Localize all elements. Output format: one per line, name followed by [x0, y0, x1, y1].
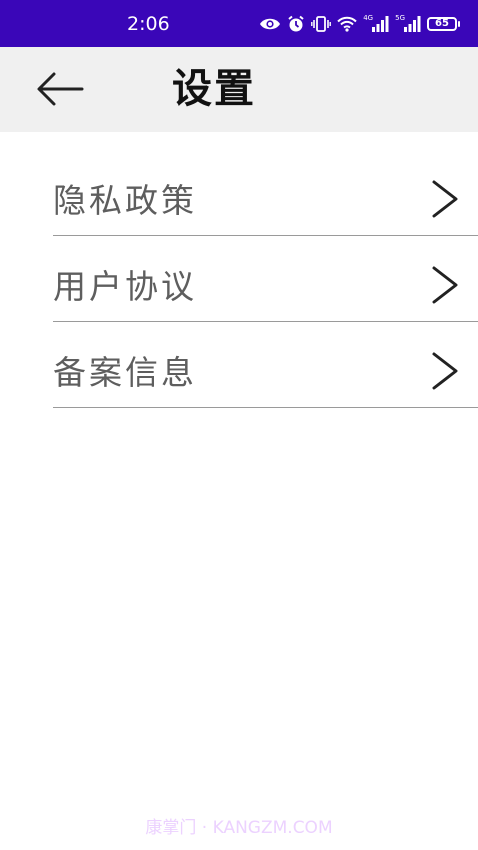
- eye-icon: [259, 17, 281, 31]
- signal-5g-label: 5G: [395, 13, 405, 22]
- battery-tip: [458, 21, 460, 27]
- battery-icon: 65: [427, 17, 460, 31]
- menu-item-filing-info[interactable]: 备案信息: [53, 322, 478, 408]
- menu-item-label: 备案信息: [53, 353, 197, 392]
- page-title: 设置: [172, 66, 256, 112]
- back-button[interactable]: [30, 67, 90, 111]
- arrow-left-icon: [37, 72, 84, 106]
- menu-item-user-agreement[interactable]: 用户协议: [53, 236, 478, 322]
- chevron-right-icon: [432, 266, 458, 304]
- chevron-right-icon: [432, 352, 458, 390]
- menu-item-label: 用户协议: [53, 267, 197, 306]
- settings-menu-list: 隐私政策 用户协议 备案信息: [53, 158, 478, 408]
- wifi-icon: [337, 16, 357, 32]
- vibrate-icon: [311, 16, 332, 32]
- alarm-icon: [287, 15, 305, 33]
- settings-screen: 2:06 4G 5G 65 设置 隐私政策 用户协议 备案信息 康掌门 · KA…: [0, 0, 478, 850]
- menu-item-label: 隐私政策: [53, 181, 197, 220]
- signal-5g-icon: 5G: [395, 13, 421, 32]
- chevron-right-icon: [432, 180, 458, 218]
- battery-level: 65: [427, 17, 457, 31]
- signal-4g-label: 4G: [363, 13, 374, 22]
- signal-4g-icon: 4G: [363, 13, 389, 32]
- status-time: 2:06: [127, 13, 170, 35]
- app-bar: 设置: [0, 47, 478, 132]
- watermark: 康掌门 · KANGZM.COM: [145, 818, 333, 838]
- status-bar: 2:06 4G 5G 65: [0, 0, 478, 47]
- status-icons: 4G 5G 65: [259, 12, 460, 36]
- menu-item-privacy-policy[interactable]: 隐私政策: [53, 158, 478, 236]
